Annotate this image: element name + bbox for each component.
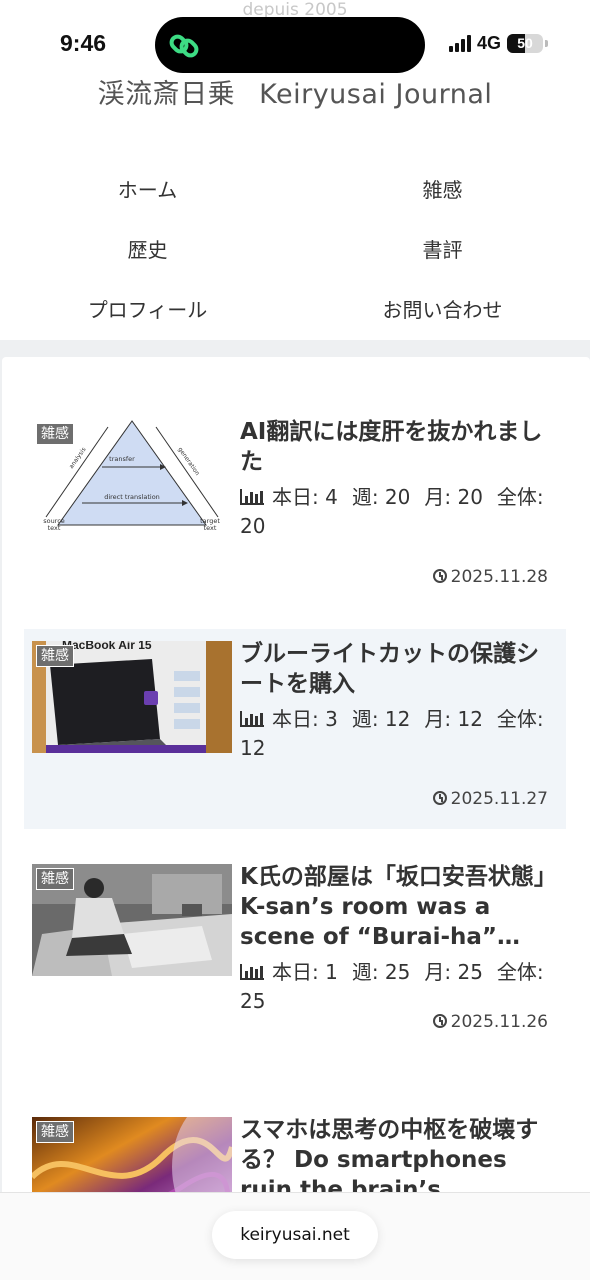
post-card[interactable]: MacBook Air 15 雑感 ブルーライトカットの保護シートを購入 本日:… <box>24 629 566 829</box>
post-date-text: 2025.11.28 <box>450 567 548 587</box>
view-stats: 本日: 3 週: 12 月: 12 全体: 12 <box>240 705 558 763</box>
nav-item-zakkan[interactable]: 雑感 <box>295 160 590 220</box>
site-title[interactable]: 渓流斎日乗 Keiryusai Journal <box>0 72 590 111</box>
views-month: 月: 12 <box>424 707 483 731</box>
post-title[interactable]: AI翻訳には度肝を抜かれました <box>240 417 558 477</box>
post-thumbnail[interactable]: MacBook Air 15 雑感 <box>32 641 232 753</box>
nav-item-profile[interactable]: プロフィール <box>0 280 295 340</box>
views-month: 月: 25 <box>424 960 483 984</box>
nav-item-contact[interactable]: お問い合わせ <box>295 280 590 340</box>
site-header: depuis 2005 9:46 4G 50 渓流斎日乗 Keiryusai Jo… <box>0 0 590 340</box>
dynamic-island <box>155 17 425 73</box>
category-badge[interactable]: 雑感 <box>36 868 74 890</box>
views-today: 本日: 4 <box>272 485 338 509</box>
post-date: 2025.11.28 <box>432 567 548 587</box>
nav-item-home[interactable]: ホーム <box>0 160 295 220</box>
nav-item-history[interactable]: 歴史 <box>0 220 295 280</box>
post-date: 2025.11.27 <box>432 789 548 809</box>
bar-chart-icon <box>240 964 264 980</box>
post-card[interactable]: 雑感 K氏の部屋は「坂口安吾状態」K-san’s room was a scen… <box>24 852 566 1052</box>
views-today: 本日: 1 <box>272 960 338 984</box>
category-badge[interactable]: 雑感 <box>36 645 74 667</box>
post-date-text: 2025.11.26 <box>450 1012 548 1032</box>
main-nav: ホーム 雑感 歴史 書評 プロフィール お問い合わせ <box>0 160 590 340</box>
post-thumbnail[interactable]: 雑感 <box>32 864 232 976</box>
signal-icon <box>448 35 471 52</box>
svg-text:MacBook Air 15: MacBook Air 15 <box>62 641 152 652</box>
site-title-jp[interactable]: 渓流斎日乗 <box>98 79 236 110</box>
svg-text:direct translation: direct translation <box>104 493 160 501</box>
post-title[interactable]: K氏の部屋は「坂口安吾状態」K-san’s room was a scene o… <box>240 862 558 952</box>
post-date: 2025.11.26 <box>432 1012 548 1032</box>
network-type: 4G <box>476 33 501 53</box>
clock-icon <box>432 791 447 805</box>
view-stats: 本日: 4 週: 20 月: 20 全体: 20 <box>240 483 558 541</box>
bar-chart-icon <box>240 711 264 727</box>
post-list: transfer direct translation analysis gen… <box>2 357 590 1257</box>
browser-bottom-bar: keiryusai.net <box>0 1192 590 1280</box>
views-week: 週: 20 <box>351 485 411 509</box>
view-stats: 本日: 1 週: 25 月: 25 全体: 25 <box>240 958 558 1016</box>
status-time: 9:46 <box>60 30 107 56</box>
battery-percent: 50 <box>517 35 533 51</box>
views-week: 週: 25 <box>351 960 411 984</box>
status-indicators: 4G 50 <box>448 33 548 54</box>
battery-icon: 50 <box>507 34 543 53</box>
svg-text:text: text <box>204 524 217 531</box>
post-thumbnail[interactable]: transfer direct translation analysis gen… <box>32 419 232 531</box>
category-badge[interactable]: 雑感 <box>36 423 74 445</box>
svg-text:text: text <box>48 524 61 531</box>
svg-text:analysis: analysis <box>68 446 88 470</box>
clock-icon <box>432 1014 447 1028</box>
views-today: 本日: 3 <box>272 707 338 731</box>
post-title[interactable]: ブルーライトカットの保護シートを購入 <box>240 639 558 699</box>
category-badge[interactable]: 雑感 <box>36 1121 74 1143</box>
bar-chart-icon <box>240 489 264 505</box>
post-card[interactable]: transfer direct translation analysis gen… <box>24 407 566 607</box>
clock-icon <box>432 569 447 583</box>
site-title-en[interactable]: Keiryusai Journal <box>259 79 492 110</box>
post-date-text: 2025.11.27 <box>450 789 548 809</box>
link-icon <box>169 34 199 58</box>
views-week: 週: 12 <box>351 707 411 731</box>
views-month: 月: 20 <box>424 485 483 509</box>
nav-item-reviews[interactable]: 書評 <box>295 220 590 280</box>
svg-text:transfer: transfer <box>109 455 135 463</box>
address-bar[interactable]: keiryusai.net <box>212 1211 378 1259</box>
